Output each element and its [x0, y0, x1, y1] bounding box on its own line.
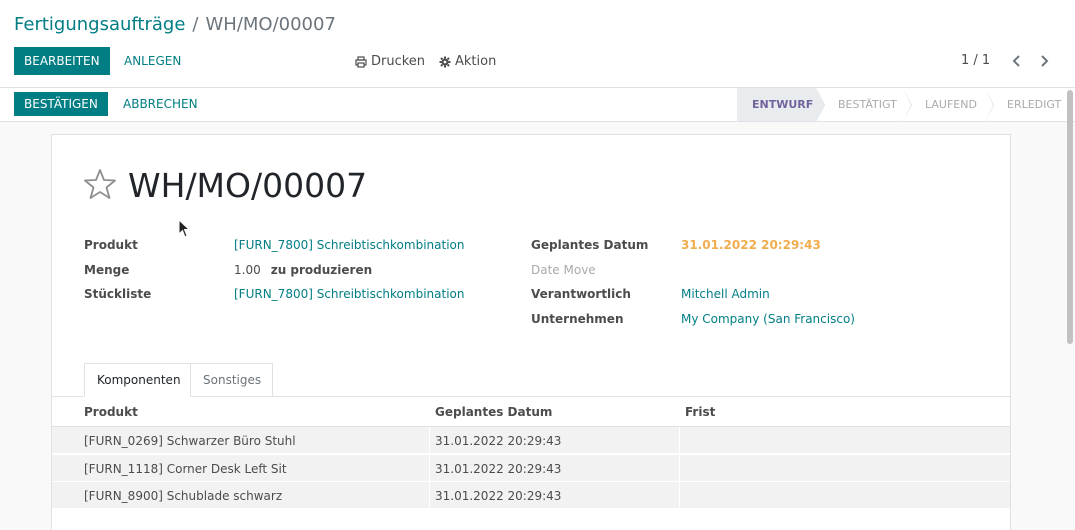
- edit-button[interactable]: Bearbeiten: [14, 47, 110, 75]
- column-header-planned-date[interactable]: Geplantes Datum: [435, 405, 552, 419]
- stage-in-progress-label: Laufend: [925, 98, 977, 111]
- gear-icon: [439, 56, 451, 67]
- stage-pipeline: Entwurf Bestätigt Laufend Erledigt: [737, 88, 1065, 122]
- stage-done-label: Erledigt: [1007, 98, 1062, 111]
- company-label: Unternehmen: [531, 312, 624, 326]
- tab-misc[interactable]: Sonstiges: [190, 363, 273, 397]
- print-dropdown[interactable]: Drucken: [355, 54, 425, 69]
- company-value[interactable]: My Company (San Francisco): [681, 312, 855, 326]
- pager-value[interactable]: 1 / 1: [961, 53, 990, 68]
- tab-components[interactable]: Komponenten: [84, 363, 191, 397]
- chevron-right-icon[interactable]: [1037, 53, 1051, 69]
- components-table-header: Produkt Geplantes Datum Frist: [52, 397, 1010, 427]
- product-value[interactable]: [FURN_7800] Schreibtischkombination: [234, 238, 464, 252]
- print-label: Drucken: [371, 54, 426, 69]
- stage-confirmed[interactable]: Bestätigt: [816, 88, 912, 122]
- stage-done[interactable]: Erledigt: [985, 88, 1065, 121]
- statusbar: Bestätigen Abbrechen Entwurf Bestätigt L…: [0, 88, 1075, 122]
- quantity-field[interactable]: 1.00 zu produzieren: [234, 263, 372, 277]
- confirm-button[interactable]: Bestätigen: [14, 92, 108, 116]
- stage-confirmed-label: Bestätigt: [838, 98, 897, 111]
- row-product: [FURN_0269] Schwarzer Büro Stuhl: [84, 434, 296, 448]
- breadcrumb-current: WH/MO/00007: [205, 14, 336, 35]
- row-date: 31.01.2022 20:29:43: [435, 434, 562, 448]
- table-row[interactable]: [FURN_8900] Schublade schwarz 31.01.2022…: [52, 482, 1010, 509]
- create-button[interactable]: Anlegen: [114, 47, 191, 75]
- quantity-value: 1.00: [234, 263, 261, 277]
- responsible-label: Verantwortlich: [531, 287, 631, 301]
- stage-in-progress[interactable]: Laufend: [903, 88, 994, 122]
- breadcrumb-separator: /: [192, 14, 199, 35]
- table-row[interactable]: [FURN_0269] Schwarzer Büro Stuhl 31.01.2…: [52, 427, 1010, 454]
- form-sheet: WH/MO/00007 Produkt [FURN_7800] Schreibt…: [51, 134, 1011, 530]
- action-label: Aktion: [455, 54, 497, 69]
- responsible-value[interactable]: Mitchell Admin: [681, 287, 770, 301]
- vertical-scrollbar[interactable]: [1067, 90, 1073, 344]
- quantity-label: Menge: [84, 263, 130, 277]
- breadcrumb-parent-link[interactable]: Fertigungsaufträge: [14, 14, 185, 35]
- mouse-cursor-icon: [178, 219, 190, 238]
- quantity-unit: zu produzieren: [270, 263, 373, 277]
- table-row[interactable]: [FURN_1118] Corner Desk Left Sit 31.01.2…: [52, 455, 1010, 482]
- row-date: 31.01.2022 20:29:43: [435, 489, 562, 503]
- row-date: 31.01.2022 20:29:43: [435, 462, 562, 476]
- print-icon: [355, 55, 367, 68]
- bom-label: Stückliste: [84, 287, 152, 301]
- column-header-product[interactable]: Produkt: [84, 405, 138, 419]
- action-dropdown[interactable]: Aktion: [439, 54, 496, 69]
- stage-draft-label: Entwurf: [752, 98, 814, 111]
- cancel-button[interactable]: Abbrechen: [113, 92, 208, 116]
- breadcrumb: Fertigungsaufträge / WH/MO/00007: [14, 14, 336, 35]
- row-product: [FURN_8900] Schublade schwarz: [84, 489, 283, 503]
- date-move-label: Date Move: [531, 263, 596, 277]
- stage-draft[interactable]: Entwurf: [737, 88, 825, 122]
- chevron-left-icon[interactable]: [1010, 53, 1024, 69]
- bom-value[interactable]: [FURN_7800] Schreibtischkombination: [234, 287, 464, 301]
- product-label: Produkt: [84, 238, 138, 252]
- planned-date-value[interactable]: 31.01.2022 20:29:43: [681, 238, 821, 252]
- planned-date-label: Geplantes Datum: [531, 238, 649, 252]
- star-icon[interactable]: [84, 168, 116, 200]
- row-product: [FURN_1118] Corner Desk Left Sit: [84, 462, 287, 476]
- control-panel: Fertigungsaufträge / WH/MO/00007 Bearbeite…: [0, 0, 1075, 88]
- column-header-deadline[interactable]: Frist: [685, 405, 715, 419]
- record-title: WH/MO/00007: [128, 166, 368, 205]
